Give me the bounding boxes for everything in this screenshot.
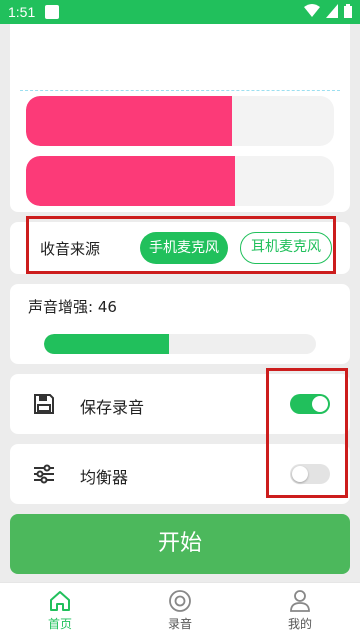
waveform-baseline	[20, 90, 340, 91]
bottom-nav: 首页 录音 我的	[0, 582, 360, 641]
boost-slider-fill	[44, 334, 170, 354]
nav-record[interactable]: 录音	[150, 589, 210, 632]
save-recording-label: 保存录音	[80, 398, 145, 417]
boost-card: 声音增强: 46	[10, 284, 350, 364]
battery-icon	[344, 4, 352, 18]
boost-slider[interactable]	[44, 334, 316, 354]
profile-icon	[290, 590, 310, 612]
highlight-box-toggles	[266, 368, 348, 498]
save-icon	[34, 394, 54, 414]
signal-icon	[326, 4, 338, 18]
record-icon	[169, 590, 191, 612]
nav-profile[interactable]: 我的	[270, 589, 330, 632]
level-meter-2-fill	[26, 156, 236, 206]
highlight-box-source	[26, 216, 336, 274]
status-bar: 1:51	[0, 0, 360, 24]
nav-home-label: 首页	[47, 617, 72, 631]
nav-home[interactable]: 首页	[30, 589, 90, 632]
notification-icon	[45, 5, 60, 19]
status-icons	[304, 4, 352, 18]
level-meter-card	[10, 24, 350, 212]
start-button[interactable]: 开始	[10, 514, 350, 574]
level-meter-1	[26, 96, 334, 146]
nav-record-label: 录音	[167, 617, 192, 631]
boost-label: 声音增强: 46	[28, 298, 117, 316]
equalizer-icon	[34, 464, 54, 484]
level-meter-2	[26, 156, 334, 206]
home-icon	[50, 591, 70, 611]
nav-profile-label: 我的	[287, 617, 312, 631]
equalizer-label: 均衡器	[80, 468, 129, 487]
status-time: 1:51	[8, 4, 36, 20]
wifi-icon	[304, 4, 320, 17]
level-meter-1-fill	[26, 96, 233, 146]
